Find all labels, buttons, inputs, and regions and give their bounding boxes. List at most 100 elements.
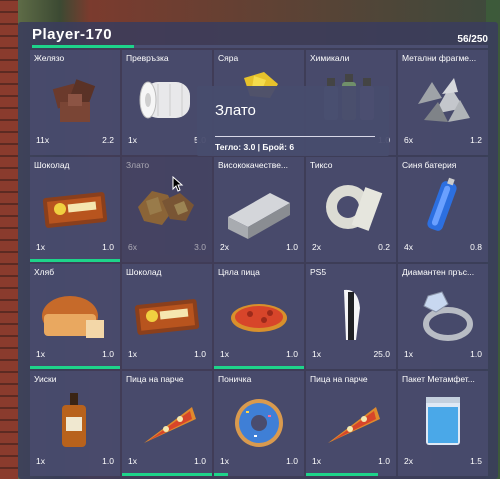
item-count: 2x — [220, 242, 229, 252]
item-weight: 1.0 — [194, 349, 206, 359]
inventory-slot[interactable]: Поничка 1x 1.0 — [214, 371, 304, 476]
item-weight: 1.0 — [102, 349, 114, 359]
inventory-slot[interactable]: Пица на парче 1x 1.0 — [122, 371, 212, 476]
inventory-slot[interactable]: Уиски 1x 1.0 — [30, 371, 120, 476]
player-name: Player-170 — [32, 26, 113, 43]
item-weight: 1.2 — [470, 135, 482, 145]
item-count: 1x — [36, 242, 45, 252]
tooltip-divider — [215, 136, 375, 137]
pizza-slice-icon — [144, 407, 196, 443]
item-count: 6x — [404, 135, 413, 145]
item-name: Злато — [126, 160, 150, 170]
inventory-slot[interactable]: Злато 6x 3.0 — [122, 157, 212, 262]
weight-bar-fill — [32, 45, 135, 48]
durability-bar — [214, 473, 228, 476]
inventory-slot[interactable]: Синя батерия 4x 0.8 — [398, 157, 488, 262]
durability-bar — [214, 366, 304, 369]
inventory-slot[interactable]: Пакет Метамфет... 2x 1.5 — [398, 371, 488, 476]
item-count: 1x — [128, 456, 137, 466]
item-name: Пица на парче — [126, 374, 184, 384]
tooltip-item-name: Злато — [215, 102, 256, 119]
whiskey-bottle-icon — [62, 393, 86, 447]
metal-fragments-icon — [418, 78, 470, 122]
item-name: Поничка — [218, 374, 252, 384]
item-count: 1x — [312, 456, 321, 466]
item-weight: 1.0 — [102, 456, 114, 466]
iron-ore-icon — [52, 79, 96, 122]
blue-battery-icon — [427, 177, 457, 231]
item-name: Желязо — [34, 53, 65, 63]
item-name: Пица на парче — [310, 374, 368, 384]
item-weight: 1.5 — [470, 456, 482, 466]
weight-capacity: 56/250 — [457, 34, 488, 45]
item-weight: 1.0 — [194, 456, 206, 466]
item-weight: 1.0 — [286, 349, 298, 359]
chocolate-bar-icon — [42, 192, 108, 228]
meth-bag-icon — [426, 397, 460, 445]
item-count: 11x — [36, 135, 50, 145]
item-count: 2x — [404, 456, 413, 466]
diamond-ring-icon — [423, 291, 473, 341]
item-count: 6x — [128, 242, 137, 252]
pizza-slice-icon — [328, 407, 380, 443]
item-name: Диамантен пръс... — [402, 267, 475, 277]
mouse-cursor-icon — [172, 176, 184, 192]
item-count: 4x — [404, 242, 413, 252]
chocolate-bar-icon — [134, 299, 200, 335]
item-count: 1x — [312, 349, 321, 359]
ps5-console-icon — [344, 289, 360, 340]
item-name: Шоколад — [34, 160, 70, 170]
item-name: Хляб — [34, 267, 55, 277]
item-name: Тиксо — [310, 160, 333, 170]
item-weight: 1.0 — [470, 349, 482, 359]
inventory-slot[interactable]: Шоколад 1x 1.0 — [122, 264, 212, 369]
inventory-slot[interactable]: Метални фрагме... 6x 1.2 — [398, 50, 488, 155]
item-count: 1x — [128, 349, 137, 359]
gold-ore-icon — [138, 191, 194, 225]
donut-icon — [235, 399, 283, 447]
inventory-slot[interactable]: Хляб 1x 1.0 — [30, 264, 120, 369]
item-name: Превръзка — [126, 53, 169, 63]
item-name: Шоколад — [126, 267, 162, 277]
inventory-slot[interactable]: Цяла пица 1x 1.0 — [214, 264, 304, 369]
inventory-slot[interactable]: Диамантен пръс... 1x 1.0 — [398, 264, 488, 369]
item-tooltip: Злато Тегло: 3.0 | Брой: 6 — [197, 86, 389, 156]
item-count: 1x — [36, 349, 45, 359]
durability-bar — [30, 259, 120, 262]
item-name: Уиски — [34, 374, 57, 384]
inventory-slot[interactable]: Висококачестве... 2x 1.0 — [214, 157, 304, 262]
background-wall — [0, 0, 18, 479]
item-weight: 1.0 — [286, 456, 298, 466]
item-weight: 2.2 — [102, 135, 114, 145]
item-name: Сяра — [218, 53, 239, 63]
item-weight: 0.2 — [378, 242, 390, 252]
pizza-icon — [231, 304, 287, 332]
item-name: Химикали — [310, 53, 350, 63]
item-count: 1x — [220, 456, 229, 466]
item-weight: 1.0 — [378, 456, 390, 466]
item-count: 1x — [128, 135, 137, 145]
inventory-slot[interactable]: PS5 1x 25.0 — [306, 264, 396, 369]
item-name: PS5 — [310, 267, 327, 277]
inventory-slot[interactable]: Пица на парче 1x 1.0 — [306, 371, 396, 476]
bread-icon — [42, 296, 104, 338]
item-weight: 3.0 — [194, 242, 206, 252]
item-name: Цяла пица — [218, 267, 260, 277]
inventory-slot[interactable]: Тиксо 2x 0.2 — [306, 157, 396, 262]
item-name: Висококачестве... — [218, 160, 289, 170]
weight-bar — [32, 45, 488, 48]
item-weight: 25.0 — [373, 349, 390, 359]
item-count: 1x — [220, 349, 229, 359]
item-name: Метални фрагме... — [402, 53, 477, 63]
item-name: Синя батерия — [402, 160, 457, 170]
duct-tape-icon — [326, 185, 383, 231]
inventory-slot[interactable]: Шоколад 1x 1.0 — [30, 157, 120, 262]
steel-bar-icon — [228, 193, 290, 239]
item-count: 1x — [36, 456, 45, 466]
item-count: 2x — [312, 242, 321, 252]
durability-bar — [122, 473, 212, 476]
durability-bar — [306, 473, 378, 476]
durability-bar — [30, 366, 120, 369]
item-weight: 1.0 — [102, 242, 114, 252]
inventory-slot[interactable]: Желязо 11x 2.2 — [30, 50, 120, 155]
